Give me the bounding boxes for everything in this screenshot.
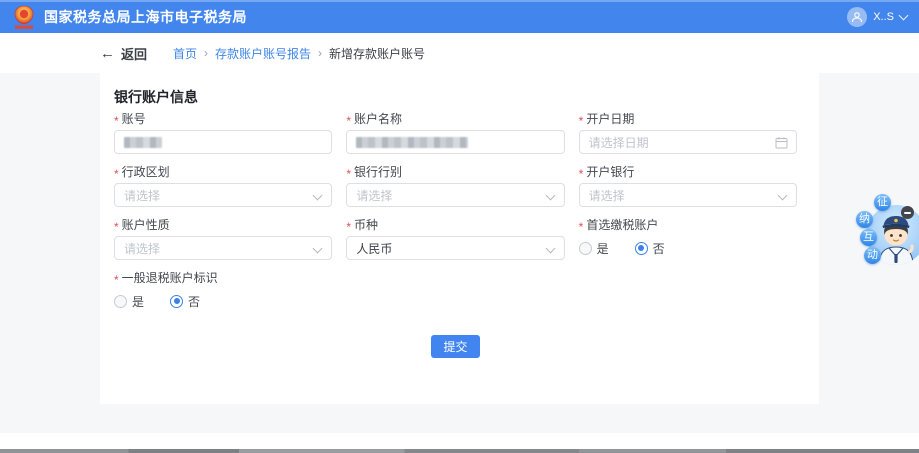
field-account-number: * 账号 bbox=[114, 111, 333, 154]
account-number-label: 账号 bbox=[121, 112, 146, 126]
user-name: X..S bbox=[873, 10, 894, 23]
window-bottom-edge bbox=[0, 449, 919, 453]
field-region: * 行政区划 请选择 bbox=[114, 164, 333, 207]
yes-label: 是 bbox=[132, 294, 145, 309]
breadcrumb-report[interactable]: 存款账户账号报告 bbox=[215, 45, 311, 62]
open-date-label: 开户日期 bbox=[586, 112, 635, 126]
breadcrumb-home[interactable]: 首页 bbox=[173, 45, 197, 62]
opening-bank-select[interactable]: 请选择 bbox=[578, 183, 797, 207]
open-date-placeholder: 请选择日期 bbox=[588, 135, 649, 150]
required-mark: * bbox=[114, 113, 119, 128]
account-name-input[interactable] bbox=[346, 130, 565, 154]
field-account-nature: * 账户性质 请选择 bbox=[114, 217, 333, 260]
field-general-refund-flag: * 一般退税账户标识 是 否 bbox=[114, 270, 332, 313]
widget-badge-zheng: 征 bbox=[874, 194, 891, 211]
required-mark: * bbox=[578, 166, 584, 181]
chevron-down-icon bbox=[545, 190, 556, 201]
site-title: 国家税务总局上海市电子税务局 bbox=[44, 8, 247, 25]
no-label: 否 bbox=[652, 241, 665, 256]
breadcrumb: 首页 › 存款账户账号报告 › 新增存款账户账号 bbox=[173, 45, 425, 62]
region-select[interactable]: 请选择 bbox=[114, 183, 333, 207]
required-mark: * bbox=[346, 113, 351, 128]
chevron-down-icon bbox=[777, 190, 788, 201]
opening-bank-placeholder: 请选择 bbox=[588, 188, 625, 203]
masked-value bbox=[356, 136, 469, 148]
chevron-down-icon bbox=[312, 190, 323, 201]
preferred-tax-no-option[interactable]: 否 bbox=[634, 240, 665, 257]
back-label: 返回 bbox=[121, 46, 148, 62]
widget-minimize-button[interactable] bbox=[901, 206, 914, 219]
app-header: 国家税务总局上海市电子税务局 X..S bbox=[0, 0, 919, 33]
form-grid: * 账号 * 账户名称 * 开户日期 请选择日期 * 行政区划 请选择 * 银行… bbox=[114, 111, 797, 358]
refund-flag-no-option[interactable]: 否 bbox=[170, 293, 200, 310]
account-nature-label: 账户性质 bbox=[121, 218, 170, 232]
radio-unchecked-icon bbox=[578, 241, 592, 255]
tax-interaction-widget[interactable]: 征 纳 互 动 bbox=[853, 194, 919, 290]
person-icon bbox=[852, 11, 863, 22]
open-date-picker[interactable]: 请选择日期 bbox=[578, 130, 797, 154]
breadcrumb-current: 新增存款账户账号 bbox=[329, 46, 426, 61]
required-mark: * bbox=[114, 219, 119, 234]
calendar-icon bbox=[775, 137, 788, 149]
radio-checked-icon bbox=[170, 294, 184, 308]
breadcrumb-separator: › bbox=[204, 46, 209, 60]
back-button[interactable]: ← 返回 bbox=[100, 44, 147, 63]
breadcrumb-separator: › bbox=[318, 46, 323, 60]
no-label: 否 bbox=[188, 294, 201, 309]
account-nature-placeholder: 请选择 bbox=[124, 241, 161, 256]
chevron-down-icon bbox=[898, 10, 909, 20]
region-placeholder: 请选择 bbox=[124, 188, 161, 203]
required-mark: * bbox=[346, 219, 351, 234]
field-currency: * 币种 人民币 bbox=[346, 217, 565, 260]
widget-badge-hu: 互 bbox=[860, 229, 877, 246]
preferred-tax-yes-option[interactable]: 是 bbox=[578, 240, 609, 257]
account-name-label: 账户名称 bbox=[354, 112, 403, 126]
region-label: 行政区划 bbox=[121, 165, 170, 179]
field-preferred-tax-account: * 首选缴税账户 是 否 bbox=[578, 217, 797, 260]
required-mark: * bbox=[346, 166, 351, 181]
submit-row: 提交 bbox=[114, 335, 797, 358]
radio-unchecked-icon bbox=[114, 294, 127, 308]
tax-emblem-logo bbox=[14, 5, 34, 29]
currency-value: 人民币 bbox=[356, 241, 393, 256]
preferred-tax-account-label: 首选缴税账户 bbox=[586, 218, 659, 232]
required-mark: * bbox=[578, 113, 584, 128]
bank-category-label: 银行行别 bbox=[354, 165, 403, 179]
bank-account-card: 银行账户信息 * 账号 * 账户名称 * 开户日期 请选择日期 * 行政区划 请… bbox=[100, 73, 819, 404]
bank-category-select[interactable]: 请选择 bbox=[346, 183, 565, 207]
field-account-name: * 账户名称 bbox=[346, 111, 565, 154]
radio-checked-icon bbox=[634, 241, 648, 255]
section-title: 银行账户信息 bbox=[114, 89, 198, 105]
user-avatar bbox=[847, 6, 868, 27]
currency-select[interactable]: 人民币 bbox=[346, 236, 565, 260]
widget-badge-na: 纳 bbox=[856, 211, 873, 228]
bank-category-placeholder: 请选择 bbox=[356, 188, 393, 203]
breadcrumb-bar: ← 返回 首页 › 存款账户账号报告 › 新增存款账户账号 bbox=[0, 33, 919, 73]
currency-label: 币种 bbox=[354, 218, 379, 232]
submit-button[interactable]: 提交 bbox=[431, 335, 480, 358]
user-menu[interactable]: X..S bbox=[847, 6, 909, 27]
chevron-down-icon bbox=[545, 243, 556, 254]
chevron-down-icon bbox=[312, 243, 323, 254]
required-mark: * bbox=[114, 166, 119, 181]
widget-badge-dong: 动 bbox=[864, 247, 881, 264]
opening-bank-label: 开户银行 bbox=[586, 165, 635, 179]
masked-value bbox=[124, 136, 162, 148]
general-refund-flag-label: 一般退税账户标识 bbox=[121, 271, 218, 285]
required-mark: * bbox=[114, 272, 119, 287]
field-open-date: * 开户日期 请选择日期 bbox=[578, 111, 797, 154]
required-mark: * bbox=[578, 219, 584, 234]
preferred-tax-account-radios: 是 否 bbox=[578, 236, 797, 260]
refund-flag-yes-option[interactable]: 是 bbox=[114, 293, 144, 310]
field-opening-bank: * 开户银行 请选择 bbox=[578, 164, 797, 207]
general-refund-flag-radios: 是 否 bbox=[114, 289, 332, 313]
yes-label: 是 bbox=[596, 241, 609, 256]
account-nature-select[interactable]: 请选择 bbox=[114, 236, 333, 260]
field-bank-category: * 银行行别 请选择 bbox=[346, 164, 565, 207]
account-number-input[interactable] bbox=[114, 130, 333, 154]
back-arrow-icon: ← bbox=[100, 44, 115, 62]
